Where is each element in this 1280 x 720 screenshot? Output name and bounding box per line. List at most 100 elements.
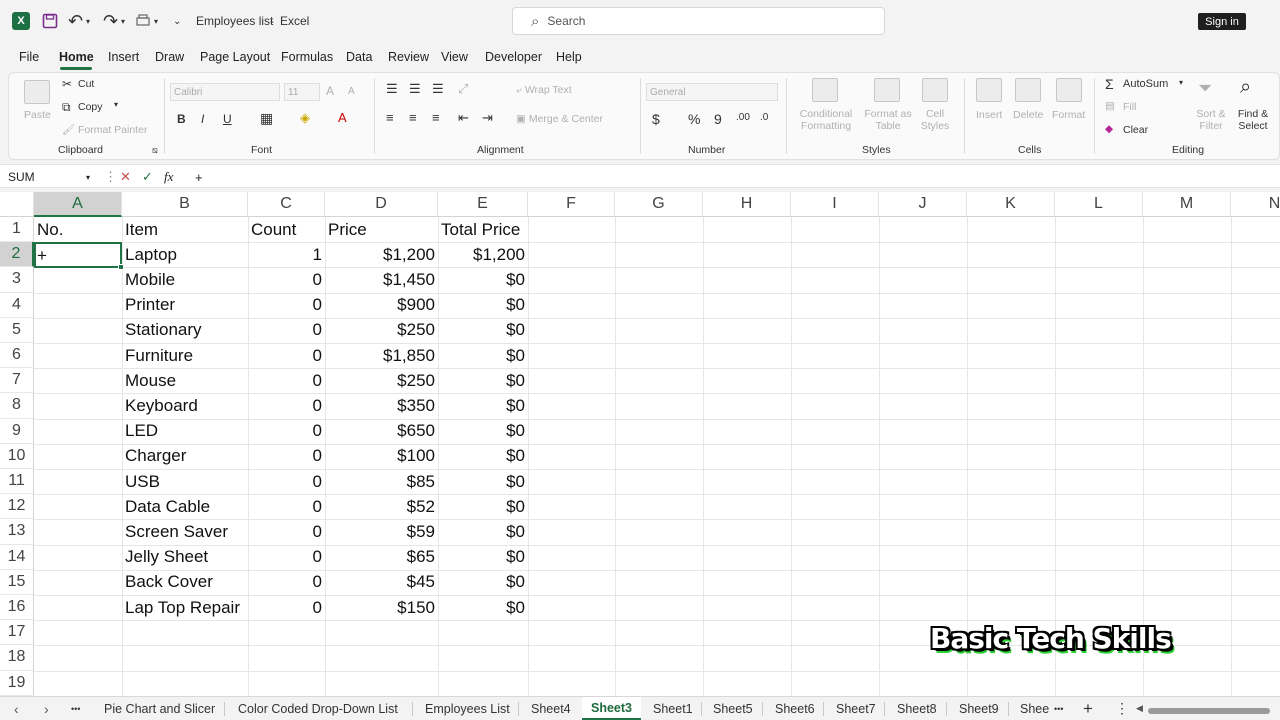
row-header-7[interactable]: 7 — [0, 368, 34, 394]
decrease-decimal-icon[interactable]: .0 — [760, 112, 768, 123]
column-header-b[interactable]: B — [122, 192, 248, 217]
format-as-table-icon[interactable] — [874, 78, 900, 102]
find-select-button[interactable]: Find & Select — [1234, 108, 1272, 132]
next-sheet-button[interactable]: › — [44, 697, 49, 720]
insert-function-icon[interactable]: fx — [164, 167, 173, 187]
cell-price-3[interactable]: $1,450 — [325, 267, 438, 292]
tab-developer[interactable]: Developer — [485, 44, 542, 70]
format-cells-icon[interactable] — [1056, 78, 1082, 102]
cancel-icon[interactable]: ✕ — [120, 167, 131, 187]
font-color-icon[interactable]: A — [338, 110, 347, 125]
sheet-tab-pie-chart-and-slicer[interactable]: Pie Chart and Slicer — [104, 697, 215, 720]
tab-draw[interactable]: Draw — [155, 44, 184, 70]
cell-total-15[interactable]: $0 — [438, 570, 528, 595]
cell-count-9[interactable]: 0 — [248, 419, 325, 444]
cell-price-6[interactable]: $1,850 — [325, 343, 438, 368]
clipboard-launcher-icon[interactable]: ⧅ — [152, 145, 158, 156]
cell-total-2[interactable]: $1,200 — [438, 242, 528, 267]
column-header-d[interactable]: D — [325, 192, 438, 217]
enter-icon[interactable]: ✓ — [142, 167, 153, 187]
cell-price-15[interactable]: $45 — [325, 570, 438, 595]
row-header-16[interactable]: 16 — [0, 595, 34, 621]
row-header-11[interactable]: 11 — [0, 469, 34, 495]
sheet-tab-sheet3[interactable]: Sheet3 — [582, 697, 641, 720]
header-cell-no[interactable]: No. — [34, 217, 122, 242]
conditional-formatting-icon[interactable] — [812, 78, 838, 102]
more-sheets-left-button[interactable]: ••• — [71, 697, 80, 720]
cell-total-4[interactable]: $0 — [438, 293, 528, 318]
cell-item-11[interactable]: USB — [122, 469, 248, 494]
decrease-indent-icon[interactable]: ⇤ — [458, 110, 469, 126]
name-box[interactable]: SUM — [4, 167, 98, 187]
insert-cells-button[interactable]: Insert — [976, 109, 1002, 121]
row-header-18[interactable]: 18 — [0, 645, 34, 671]
tab-data[interactable]: Data — [346, 44, 372, 70]
column-header-i[interactable]: I — [791, 192, 879, 217]
cell-total-10[interactable]: $0 — [438, 444, 528, 469]
column-header-j[interactable]: J — [879, 192, 967, 217]
horizontal-scrollbar[interactable] — [1148, 708, 1270, 714]
align-top-icon[interactable]: ☰ — [386, 81, 398, 97]
delete-cells-button[interactable]: Delete — [1013, 109, 1043, 121]
row-header-4[interactable]: 4 — [0, 292, 34, 318]
fill-color-icon[interactable]: ◈ — [300, 110, 310, 126]
paste-icon[interactable] — [24, 80, 50, 104]
tab-view[interactable]: View — [441, 44, 468, 70]
cell-total-9[interactable]: $0 — [438, 419, 528, 444]
cell-count-13[interactable]: 0 — [248, 519, 325, 544]
cell-price-10[interactable]: $100 — [325, 444, 438, 469]
currency-button[interactable]: $ — [652, 111, 660, 127]
column-header-e[interactable]: E — [438, 192, 528, 217]
cell-total-7[interactable]: $0 — [438, 368, 528, 393]
format-as-table-button[interactable]: Format as Table — [862, 108, 914, 132]
header-cell-item[interactable]: Item — [122, 217, 248, 242]
sheet-tab-sheet8[interactable]: Sheet8 — [897, 697, 937, 720]
increase-indent-icon[interactable]: ⇥ — [482, 110, 493, 126]
cell-price-7[interactable]: $250 — [325, 368, 438, 393]
cell-total-5[interactable]: $0 — [438, 318, 528, 343]
comma-button[interactable]: 9 — [714, 111, 722, 127]
formula-input[interactable]: + — [195, 167, 203, 187]
cell-count-4[interactable]: 0 — [248, 293, 325, 318]
prev-sheet-button[interactable]: ‹ — [14, 697, 19, 720]
cell-count-6[interactable]: 0 — [248, 343, 325, 368]
merge-center-button[interactable]: ▣ Merge & Center — [516, 113, 603, 125]
cell-price-9[interactable]: $650 — [325, 419, 438, 444]
decrease-font-icon[interactable]: A — [348, 86, 355, 97]
row-header-15[interactable]: 15 — [0, 569, 34, 595]
row-header-5[interactable]: 5 — [0, 317, 34, 343]
cell-price-4[interactable]: $900 — [325, 293, 438, 318]
cell-item-10[interactable]: Charger — [122, 444, 248, 469]
row-header-14[interactable]: 14 — [0, 544, 34, 570]
column-header-l[interactable]: L — [1055, 192, 1143, 217]
cell-count-11[interactable]: 0 — [248, 469, 325, 494]
fill-button[interactable]: Fill — [1123, 101, 1136, 113]
column-header-g[interactable]: G — [615, 192, 703, 217]
cell-price-12[interactable]: $52 — [325, 494, 438, 519]
cell-item-15[interactable]: Back Cover — [122, 570, 248, 595]
column-header-k[interactable]: K — [967, 192, 1055, 217]
cell-item-8[interactable]: Keyboard — [122, 393, 248, 418]
copy-button[interactable]: Copy — [78, 101, 103, 113]
row-header-2[interactable]: 2 — [0, 242, 34, 268]
cell-total-11[interactable]: $0 — [438, 469, 528, 494]
font-size-select[interactable]: 11 — [284, 83, 320, 101]
sheet-options-icon[interactable]: ⋮ — [1115, 697, 1129, 720]
align-right-icon[interactable]: ≡ — [432, 110, 440, 125]
cell-price-11[interactable]: $85 — [325, 469, 438, 494]
copy-dropdown-icon[interactable]: ▾ — [114, 100, 118, 109]
redo-icon[interactable]: ↷ — [103, 0, 118, 42]
bold-button[interactable]: B — [177, 112, 186, 126]
row-header-8[interactable]: 8 — [0, 393, 34, 419]
cell-price-14[interactable]: $65 — [325, 545, 438, 570]
tab-formulas[interactable]: Formulas — [281, 44, 333, 70]
cell-styles-icon[interactable] — [922, 78, 948, 102]
sheet-tab-sheet9[interactable]: Sheet9 — [959, 697, 999, 720]
cell-count-10[interactable]: 0 — [248, 444, 325, 469]
insert-cells-icon[interactable] — [976, 78, 1002, 102]
column-header-c[interactable]: C — [248, 192, 325, 217]
cell-count-5[interactable]: 0 — [248, 318, 325, 343]
cell-count-3[interactable]: 0 — [248, 267, 325, 292]
cell-count-12[interactable]: 0 — [248, 494, 325, 519]
cell-item-5[interactable]: Stationary — [122, 318, 248, 343]
